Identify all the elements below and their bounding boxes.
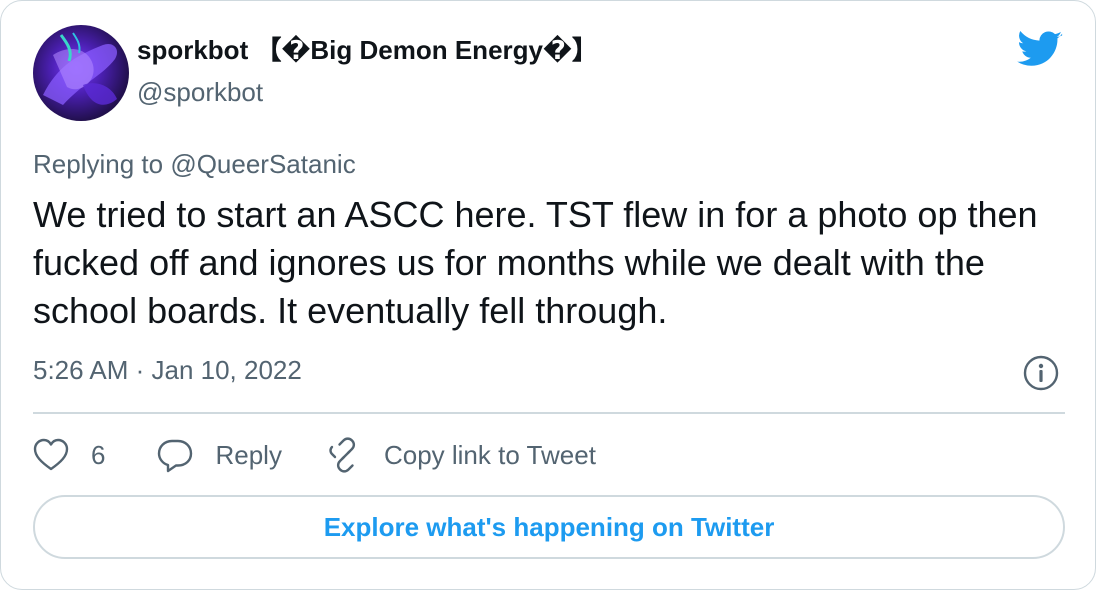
tweet-timestamp[interactable]: 5:26 AM · Jan 10, 2022: [33, 353, 302, 387]
speech-bubble-icon: [157, 437, 193, 473]
replying-to-mention[interactable]: @QueerSatanic: [170, 149, 355, 179]
author-display-name[interactable]: sporkbot 【�Big Demon Energy�】: [137, 33, 598, 67]
reply-button[interactable]: Reply: [157, 437, 282, 473]
reply-label: Reply: [215, 440, 282, 470]
tweet-actions: 6 Reply Copy link to Tweet: [33, 435, 596, 475]
heart-icon: [33, 438, 69, 472]
link-icon: [328, 437, 364, 473]
divider: [33, 412, 1065, 414]
avatar[interactable]: [33, 25, 129, 121]
twitter-bird-icon[interactable]: [1017, 31, 1063, 69]
author-handle[interactable]: @sporkbot: [137, 75, 263, 109]
replying-to: Replying to @QueerSatanic: [33, 147, 356, 181]
like-count: 6: [91, 440, 106, 470]
tweet-card: sporkbot 【�Big Demon Energy�】 @sporkbot …: [0, 0, 1096, 590]
copy-link-label: Copy link to Tweet: [383, 440, 596, 470]
like-button[interactable]: 6: [33, 438, 105, 472]
explore-twitter-button[interactable]: Explore what's happening on Twitter: [33, 495, 1065, 559]
replying-prefix: Replying to: [33, 149, 171, 179]
info-icon[interactable]: [1023, 355, 1059, 391]
tweet-text: We tried to start an ASCC here. TST flew…: [33, 194, 1038, 331]
copy-link-button[interactable]: Copy link to Tweet: [328, 437, 596, 473]
